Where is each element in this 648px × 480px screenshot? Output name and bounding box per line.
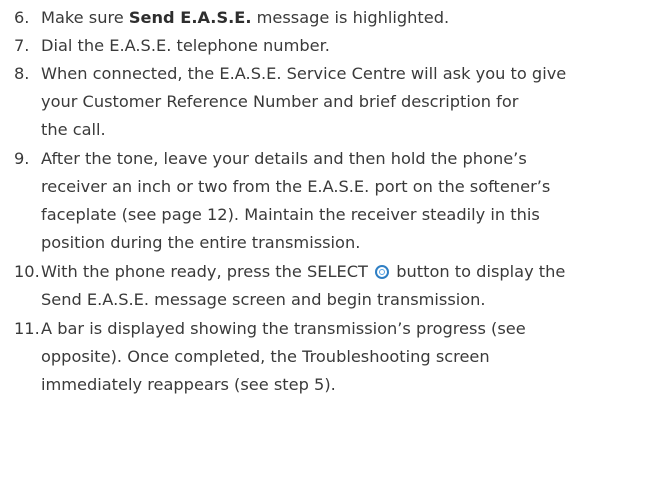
step-number: 6.	[14, 8, 30, 27]
step-text: With the phone ready, press the SELECT	[41, 262, 374, 281]
step-text-line: Send E.A.S.E. message screen and begin t…	[41, 290, 486, 309]
step-text-line: immediately reappears (see step 5).	[41, 375, 336, 394]
step-text-line: When connected, the E.A.S.E. Service Cen…	[41, 64, 567, 83]
send-ease-highlight: Send E.A.S.E.	[128, 8, 252, 27]
instruction-page: 6. Make sure Send E.A.S.E. message is hi…	[0, 0, 648, 480]
step-text-line: Dial the E.A.S.E. telephone number.	[41, 36, 330, 55]
step-number: 7.	[14, 36, 30, 55]
step-text-line: receiver an inch or two from the E.A.S.E…	[41, 177, 551, 196]
step-text-line: position during the entire transmission.	[41, 233, 361, 252]
step-text: message is highlighted.	[251, 8, 450, 27]
step-text-line: After the tone, leave your details and t…	[41, 149, 527, 168]
step-text-line: faceplate (see page 12). Maintain the re…	[41, 205, 540, 224]
step-text-line: the call.	[41, 120, 106, 139]
step-text-line: Make sure Send E.A.S.E. message is highl…	[41, 4, 449, 31]
step-number: 9.	[14, 149, 30, 168]
step-text-line: your Customer Reference Number and brief…	[41, 92, 519, 111]
step-text-line: opposite). Once completed, the Troublesh…	[41, 347, 490, 366]
step-text-line: A bar is displayed showing the transmiss…	[41, 319, 526, 338]
step-text: Make sure	[41, 8, 129, 27]
step-number: 8.	[14, 64, 30, 83]
step-number: 11.	[14, 319, 40, 338]
step-text: button to display the	[391, 262, 566, 281]
step-text-line: With the phone ready, press the SELECT b…	[41, 258, 565, 285]
step-number: 10.	[14, 262, 40, 281]
select-button-icon	[375, 265, 390, 279]
